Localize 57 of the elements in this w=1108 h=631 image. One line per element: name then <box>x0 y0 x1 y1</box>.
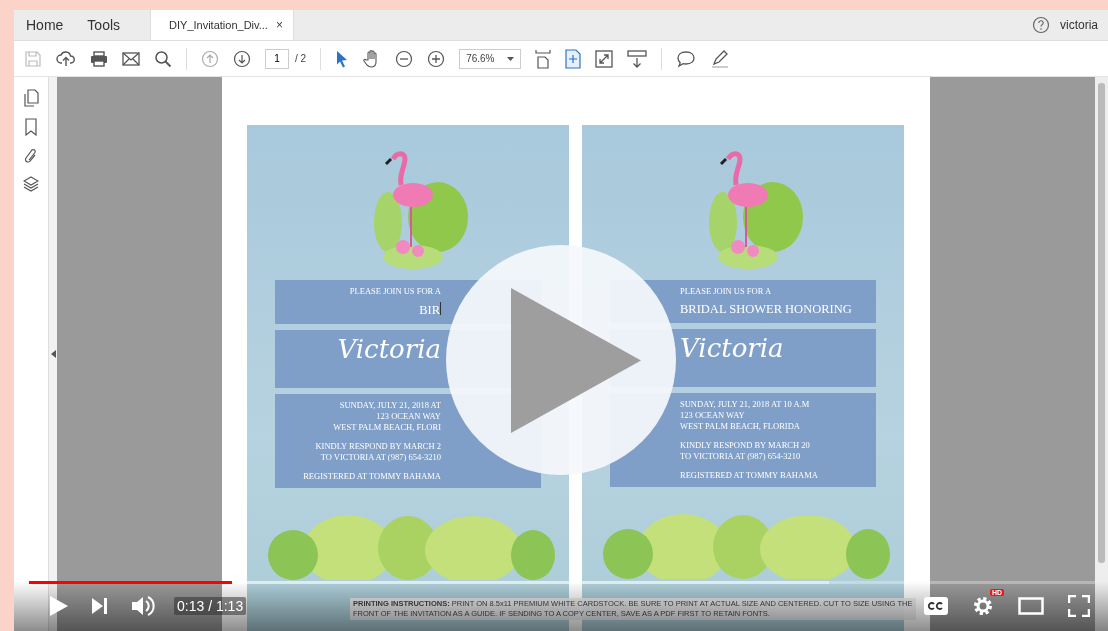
scrollbar[interactable] <box>1095 77 1108 631</box>
tab[interactable]: Home <box>14 10 76 40</box>
invitation-intro: PLEASE JOIN US FOR A <box>680 286 773 296</box>
honoree-name: Victoria <box>336 334 441 364</box>
event-title: BIR <box>418 302 441 318</box>
zoom-out-icon[interactable] <box>395 49 414 68</box>
search-icon[interactable] <box>154 49 172 68</box>
zoom-in-icon[interactable] <box>427 49 446 68</box>
settings-icon[interactable] <box>972 595 994 617</box>
progress-bar[interactable] <box>29 581 1095 584</box>
invitation-intro: PLEASE JOIN US FOR A <box>348 286 441 296</box>
caret-icon <box>507 56 515 61</box>
theater-mode-icon[interactable] <box>1018 597 1044 615</box>
pages-icon[interactable] <box>23 89 39 107</box>
event-detail: 123 OCEAN WAY <box>680 410 746 421</box>
cloud-upload-icon[interactable] <box>56 49 76 68</box>
help-icon[interactable] <box>1032 16 1050 34</box>
event-detail: WEST PALM BEACH, FLORIDA <box>680 421 801 432</box>
rsvp-line: TO VICTORIA AT (987) 654-3210 <box>319 452 441 463</box>
expand-icon[interactable] <box>595 49 614 68</box>
event-detail: SUNDAY, JULY 21, 2018 AT 10 A.M <box>680 399 811 410</box>
event-detail: 123 OCEAN WAY <box>375 411 441 422</box>
next-icon[interactable] <box>92 598 108 614</box>
captions-icon[interactable] <box>924 597 948 615</box>
event-detail: SUNDAY, JULY 21, 2018 AT <box>338 400 441 411</box>
tab[interactable]: Tools <box>75 10 133 40</box>
user-name[interactable]: victoria <box>1060 18 1098 32</box>
print-icon[interactable] <box>90 49 108 68</box>
registry-line: REGISTERED AT TOMMY BAHAMA <box>680 470 819 481</box>
rsvp-line: TO VICTORIA AT (987) 654-3210 <box>680 451 802 462</box>
fullscreen-icon[interactable] <box>1068 595 1090 617</box>
paperclip-icon[interactable] <box>24 147 38 165</box>
pen-icon[interactable] <box>710 48 731 69</box>
honoree-name: Victoria <box>680 333 785 363</box>
tab[interactable]: DIY_Invitation_Div... × <box>150 10 294 40</box>
time-display: 0:13 / 1:13 <box>174 597 247 615</box>
arrow-down-circle-icon[interactable] <box>233 49 251 68</box>
collapse-arrow-icon[interactable] <box>50 350 56 358</box>
comment-icon[interactable] <box>676 49 697 68</box>
page-number-field[interactable]: 1 <box>265 48 289 69</box>
volume-icon[interactable] <box>132 595 156 617</box>
play-icon <box>511 287 641 433</box>
scroll-mode-icon[interactable] <box>627 48 648 69</box>
rsvp-line: KINDLY RESPOND BY MARCH 2 <box>314 441 441 452</box>
layers-icon[interactable] <box>23 176 39 192</box>
mail-icon[interactable] <box>122 51 140 66</box>
bookmark-icon[interactable] <box>25 118 37 136</box>
registry-line: REGISTERED AT TOMMY BAHAMA <box>302 471 441 482</box>
zoom-dropdown[interactable]: 76.6% <box>459 48 522 69</box>
event-title: BRIDAL SHOWER HONORING <box>680 302 853 317</box>
close-tab-button[interactable]: × <box>275 18 283 32</box>
event-detail: WEST PALM BEACH, FLORI <box>332 422 441 433</box>
page-total: / 2 <box>295 53 307 64</box>
page-fit-icon[interactable] <box>535 48 552 69</box>
play-icon[interactable] <box>50 596 68 616</box>
rsvp-line: KINDLY RESPOND BY MARCH 20 <box>680 440 811 451</box>
video-player[interactable] <box>14 10 1108 631</box>
